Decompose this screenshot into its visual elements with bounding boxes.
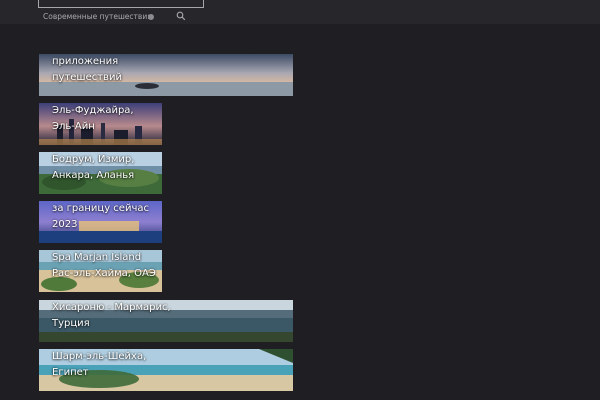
- article-card-spa-marjan[interactable]: Spa Marjan Island Рас-эль-Хайма, ОАЭ: [39, 250, 162, 292]
- article-card-sharm[interactable]: Шарм-эль-Шейха, Египет: [39, 349, 293, 391]
- article-card-travel-apps[interactable]: приложения путешествий: [39, 54, 293, 96]
- card-title: приложения путешествий: [52, 56, 122, 83]
- top-bar: Современные путешествия: [0, 0, 600, 24]
- card-title: Шарм-эль-Шейха, Египет: [52, 351, 147, 378]
- article-card-abroad[interactable]: за границу сейчас 2023: [39, 201, 162, 243]
- article-card-fujairah[interactable]: Эль-Фуджайра, Эль-Айн: [39, 103, 162, 145]
- card-title: Spa Marjan Island Рас-эль-Хайма, ОАЭ: [52, 252, 156, 279]
- article-card-bodrum[interactable]: Бодрум, Измир, Анкара, Аланья: [39, 152, 162, 194]
- site-name[interactable]: Современные путешествия: [43, 12, 152, 21]
- card-title: Бодрум, Измир, Анкара, Аланья: [52, 154, 135, 181]
- card-title: Хисароню - Мармарис, Турция: [52, 302, 171, 329]
- article-card-hisaronu[interactable]: Хисароню - Мармарис, Турция: [39, 300, 293, 342]
- globe-icon[interactable]: [148, 14, 154, 20]
- card-title: за границу сейчас 2023: [52, 203, 149, 230]
- card-title: Эль-Фуджайра, Эль-Айн: [52, 105, 134, 132]
- search-input[interactable]: [38, 0, 204, 8]
- search-icon[interactable]: [176, 11, 186, 21]
